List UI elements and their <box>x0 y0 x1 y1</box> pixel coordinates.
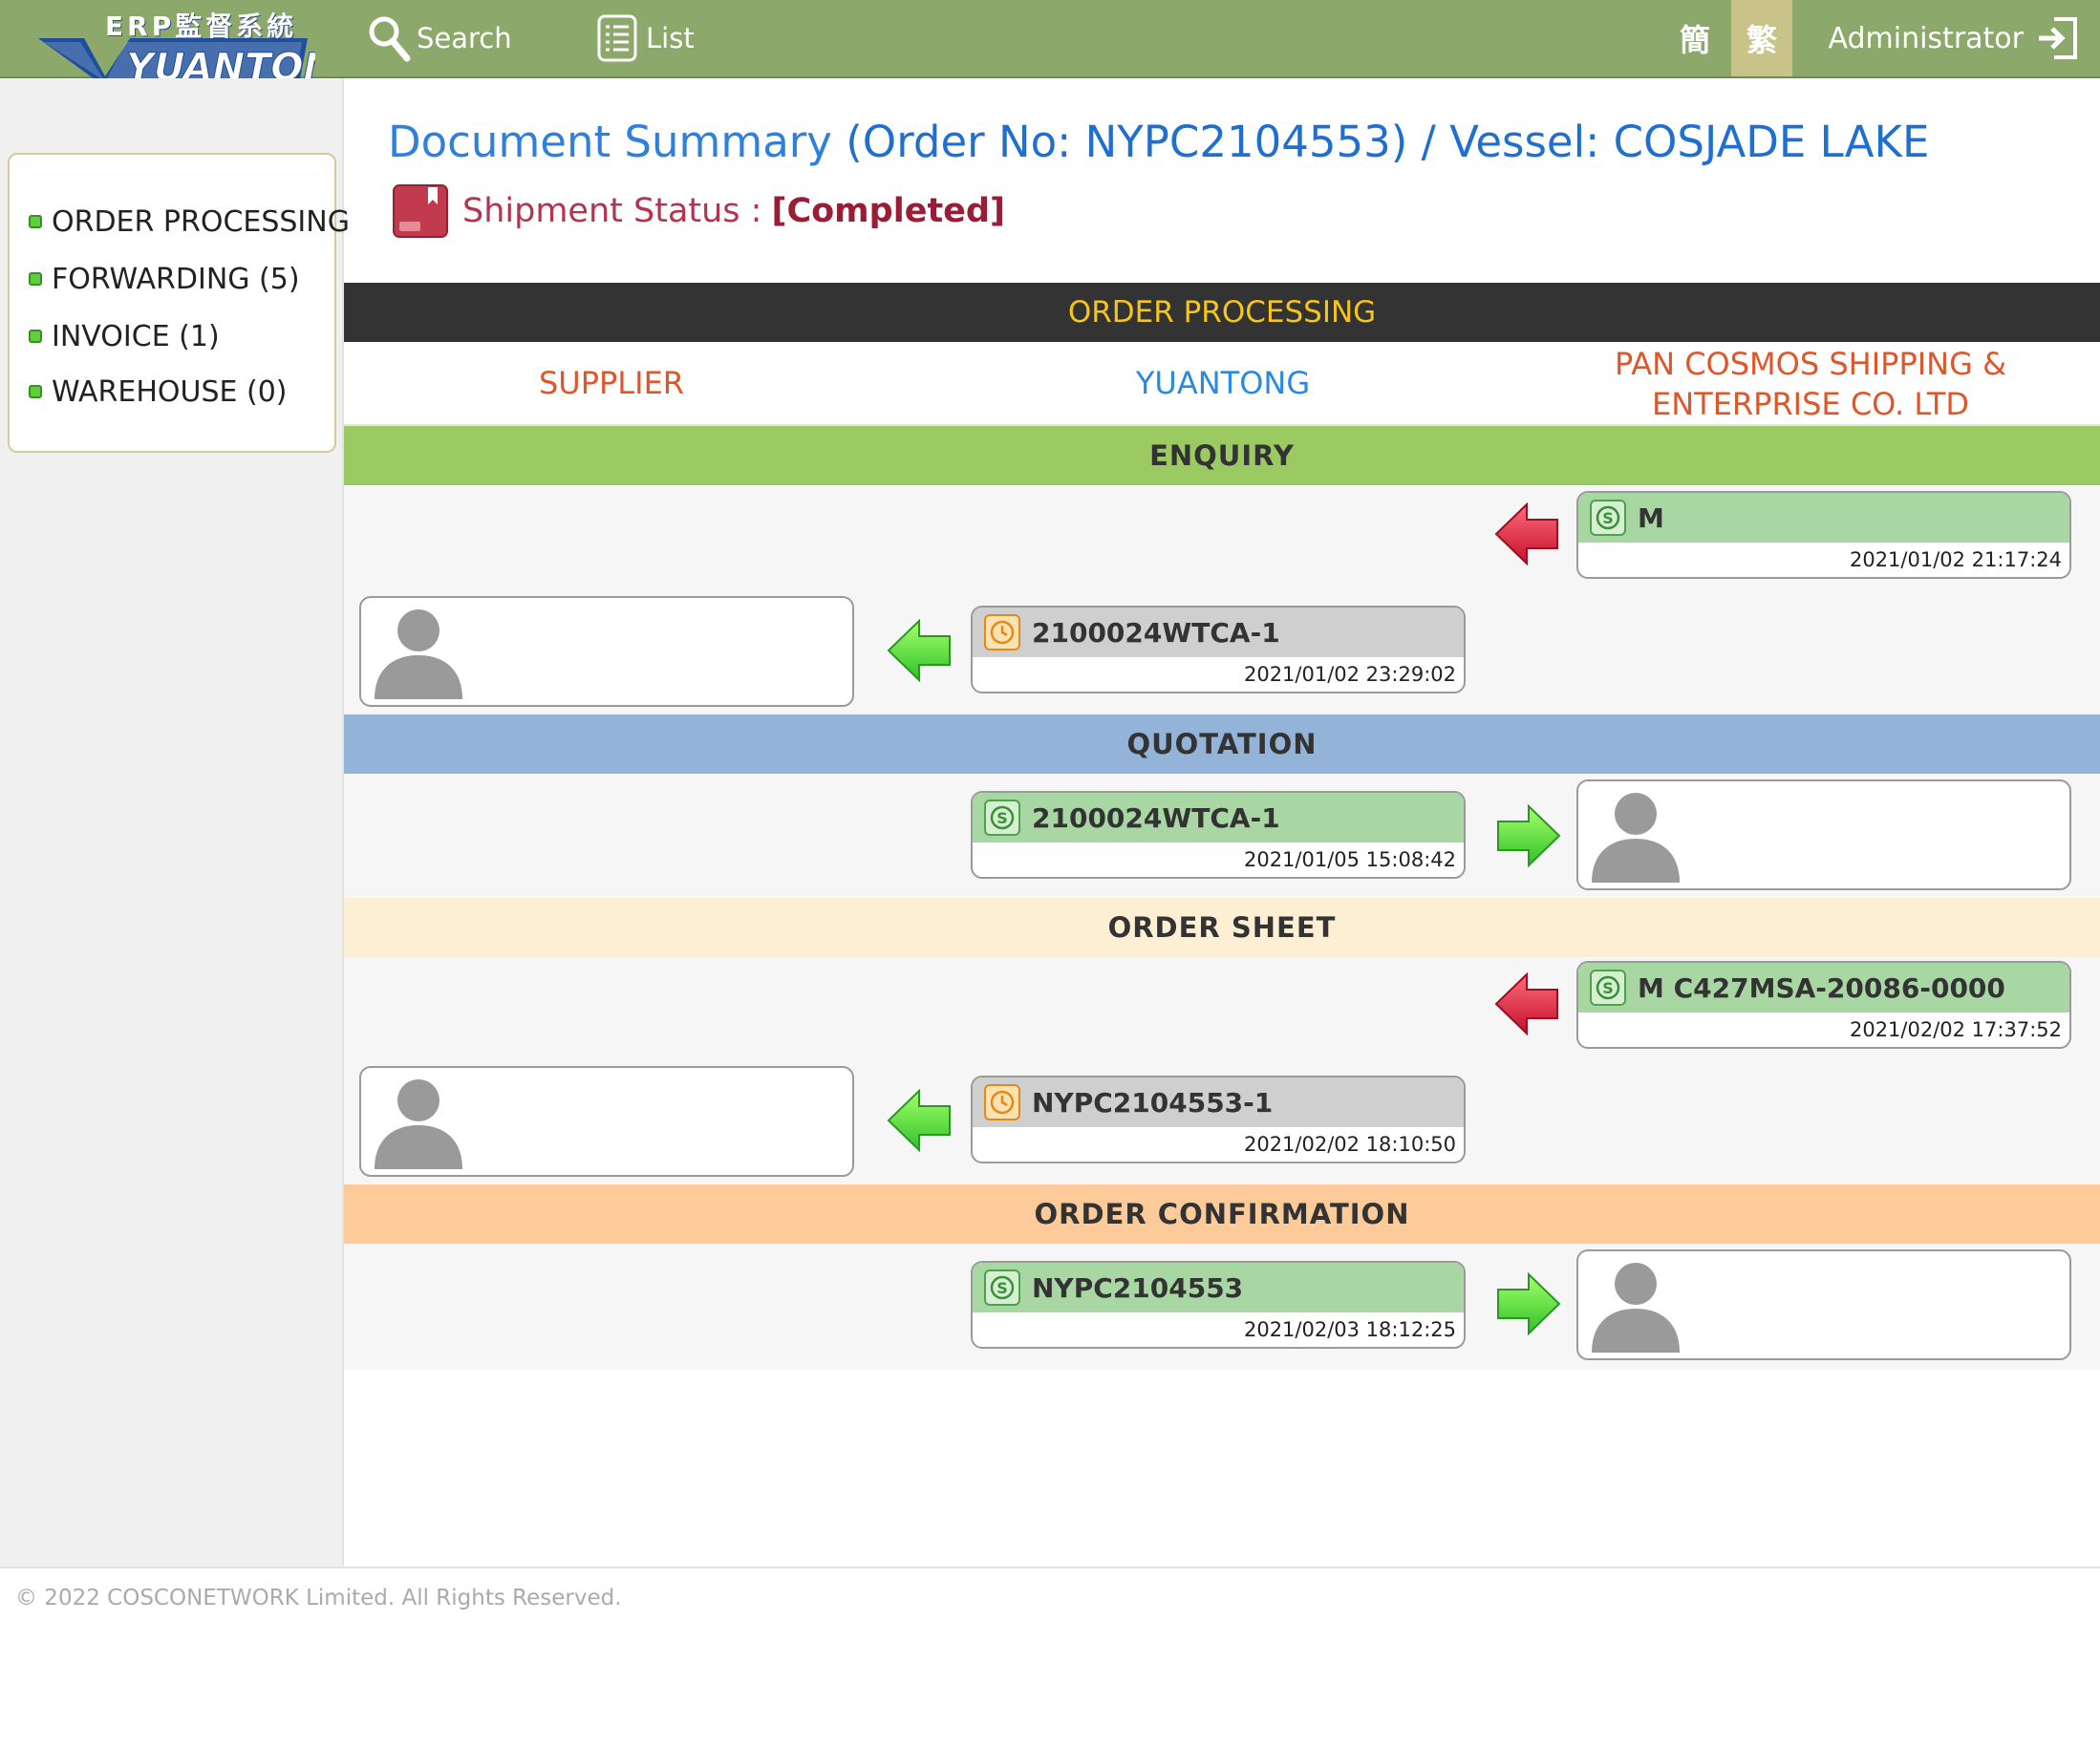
pending-clock-icon <box>984 1084 1020 1120</box>
svg-text:S: S <box>1602 979 1614 997</box>
supplier-avatar-placeholder <box>359 1066 854 1177</box>
top-bar: ERP監督系統 YUANTONG Search List 簡 繁 Adminis… <box>0 0 2100 91</box>
search-icon <box>367 14 411 62</box>
order-processing-band: ORDER PROCESSING <box>344 283 2100 342</box>
sidebar-item-order-processing[interactable]: ORDER PROCESSING <box>29 203 350 241</box>
list-button[interactable]: List <box>596 11 695 65</box>
section-quotation: QUOTATION <box>344 715 2100 774</box>
card-timestamp: 2021/02/02 17:37:52 <box>1849 1018 2062 1041</box>
sidebar-item-label: ORDER PROCESSING <box>52 204 350 239</box>
card-timestamp: 2021/01/02 23:29:02 <box>1243 663 1456 686</box>
card-ordersheet-yuantong[interactable]: NYPC2104553-1 2021/02/02 18:10:50 <box>971 1076 1466 1163</box>
user-name: Administrator <box>1828 21 2024 55</box>
sidebar-item-warehouse[interactable]: WAREHOUSE (0) <box>29 373 288 411</box>
shipment-book-icon <box>393 184 448 238</box>
card-title: M <box>1638 501 1664 534</box>
sent-s-icon: S <box>1590 970 1626 1006</box>
list-label: List <box>646 22 695 54</box>
sidebar-item-label: FORWARDING (5) <box>52 262 300 296</box>
svg-text:S: S <box>996 809 1008 827</box>
customer-avatar-placeholder <box>1576 779 2071 890</box>
card-timestamp: 2021/01/05 15:08:42 <box>1243 848 1456 871</box>
page-title-order: (Order No: NYPC2104553) / Vessel: COSJAD… <box>846 117 1930 167</box>
card-title: NYPC2104553-1 <box>1032 1086 1274 1119</box>
person-silhouette-icon <box>1592 1263 1680 1353</box>
page-title: Document Summary (Order No: NYPC2104553)… <box>388 117 1929 167</box>
sidebar-item-label: WAREHOUSE (0) <box>52 374 288 409</box>
user-menu[interactable]: Administrator <box>1828 0 2079 76</box>
card-timestamp: 2021/02/03 18:12:25 <box>1243 1318 1456 1341</box>
search-button[interactable]: Search <box>367 11 512 65</box>
person-silhouette-icon <box>375 609 462 699</box>
sidebar-item-label: INVOICE (1) <box>52 319 220 353</box>
sent-s-icon: S <box>984 1269 1020 1306</box>
order-confirmation-zone: S NYPC2104553 2021/02/03 18:12:25 <box>344 1244 2100 1370</box>
red-left-arrow-icon <box>1494 502 1558 565</box>
list-icon <box>596 13 640 63</box>
status-dot-icon <box>29 272 42 286</box>
red-left-arrow-icon <box>1494 972 1558 1035</box>
status-dot-icon <box>29 330 42 343</box>
card-title: NYPC2104553 <box>1032 1271 1244 1304</box>
sent-s-icon: S <box>1590 500 1626 536</box>
status-dot-icon <box>29 385 42 398</box>
search-label: Search <box>417 22 512 54</box>
card-ordersheet-customer[interactable]: S M C427MSA-20086-0000 2021/02/02 17:37:… <box>1576 961 2071 1049</box>
party-yuantong: YUANTONG <box>1135 365 1311 401</box>
sidebar: ORDER PROCESSING FORWARDING (5) INVOICE … <box>0 78 350 1567</box>
lang-traditional-button[interactable]: 繁 <box>1731 0 1792 76</box>
card-title: M C427MSA-20086-0000 <box>1638 971 2005 1004</box>
sidebar-item-forwarding[interactable]: FORWARDING (5) <box>29 260 300 298</box>
section-order-confirmation: ORDER CONFIRMATION <box>344 1184 2100 1244</box>
pending-clock-icon <box>984 614 1020 651</box>
card-title: 2100024WTCA-1 <box>1032 616 1280 649</box>
card-quotation-yuantong[interactable]: S 2100024WTCA-1 2021/01/05 15:08:42 <box>971 791 1466 879</box>
footer: © 2022 COSCONETWORK Limited. All Rights … <box>0 1567 2100 1610</box>
sidebar-menu: ORDER PROCESSING FORWARDING (5) INVOICE … <box>8 153 350 453</box>
green-left-arrow-icon <box>887 619 951 682</box>
supplier-avatar-placeholder <box>359 596 854 707</box>
svg-text:S: S <box>996 1279 1008 1297</box>
logout-icon[interactable] <box>2035 15 2079 61</box>
lang-simplified-button[interactable]: 簡 <box>1664 0 1725 76</box>
card-timestamp: 2021/02/02 18:10:50 <box>1243 1133 1456 1156</box>
person-silhouette-icon <box>1592 793 1680 883</box>
card-title: 2100024WTCA-1 <box>1032 801 1280 834</box>
order-sheet-zone: S M C427MSA-20086-0000 2021/02/02 17:37:… <box>344 957 2100 1184</box>
green-right-arrow-icon <box>1497 804 1561 867</box>
party-customer-line1: PAN COSMOS SHIPPING & <box>1614 346 2007 382</box>
status-dot-icon <box>29 215 42 228</box>
section-order-sheet: ORDER SHEET <box>344 898 2100 957</box>
customer-avatar-placeholder <box>1576 1249 2071 1360</box>
green-left-arrow-icon <box>887 1089 951 1152</box>
card-enquiry-customer[interactable]: S M 2021/01/02 21:17:24 <box>1576 491 2071 579</box>
person-silhouette-icon <box>375 1079 462 1169</box>
quotation-zone: S 2100024WTCA-1 2021/01/05 15:08:42 <box>344 774 2100 898</box>
svg-text:S: S <box>1602 509 1614 527</box>
copyright-text: © 2022 COSCONETWORK Limited. All Rights … <box>15 1586 622 1610</box>
party-customer-line2: ENTERPRISE CO. LTD <box>1651 386 1969 422</box>
card-confirmation-yuantong[interactable]: S NYPC2104553 2021/02/03 18:12:25 <box>971 1261 1466 1349</box>
shipment-status: Shipment Status : [Completed] <box>392 183 1005 239</box>
shipment-status-value: [Completed] <box>771 192 1005 230</box>
sidebar-item-invoice[interactable]: INVOICE (1) <box>29 317 220 355</box>
green-right-arrow-icon <box>1497 1272 1561 1335</box>
party-customer: PAN COSMOS SHIPPING & ENTERPRISE CO. LTD <box>1529 344 2092 424</box>
section-enquiry: ENQUIRY <box>344 426 2100 485</box>
card-timestamp: 2021/01/02 21:17:24 <box>1849 548 2062 571</box>
enquiry-zone: S M 2021/01/02 21:17:24 2100024WTCA-1 20… <box>344 485 2100 715</box>
card-enquiry-yuantong[interactable]: 2100024WTCA-1 2021/01/02 23:29:02 <box>971 606 1466 693</box>
party-supplier: SUPPLIER <box>538 365 685 401</box>
shipment-status-label: Shipment Status : <box>462 192 762 230</box>
party-header-row: SUPPLIER YUANTONG PAN COSMOS SHIPPING & … <box>344 342 2100 426</box>
sent-s-icon: S <box>984 800 1020 836</box>
page-title-prefix: Document Summary <box>388 117 832 167</box>
